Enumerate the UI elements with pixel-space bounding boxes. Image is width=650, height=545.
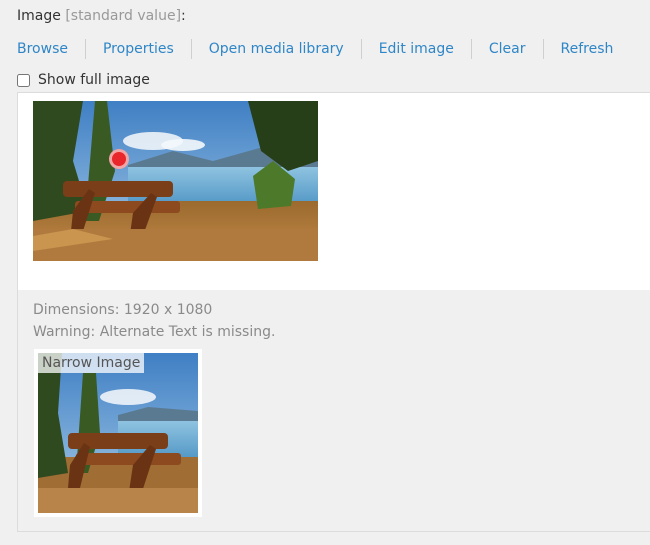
field-name: Image [17,8,61,24]
thumbnail-image: Narrow Image [38,353,198,513]
dimensions-text: Dimensions: 1920 x 1080 [33,302,213,318]
image-preview[interactable] [33,101,318,261]
edit-image-button[interactable]: Edit image [360,39,471,59]
field-colon: : [181,8,186,24]
narrow-image-thumbnail[interactable]: Narrow Image [34,349,202,517]
properties-button[interactable]: Properties [84,39,191,59]
browse-button[interactable]: Browse [0,39,85,59]
show-full-image-checkbox[interactable] [17,73,30,87]
alt-text-warning: Warning: Alternate Text is missing. [33,324,276,340]
image-toolbar: Browse Properties Open media library Edi… [0,38,630,60]
narrow-lake-bench-image [38,353,198,513]
field-label: Image [standard value]: [17,8,186,24]
image-preview-area [18,93,650,290]
open-media-library-button[interactable]: Open media library [190,39,361,59]
show-full-image-label: Show full image [38,72,150,88]
focus-point-marker[interactable] [109,149,129,169]
show-full-image-option[interactable]: Show full image [17,72,150,88]
lake-bench-image [33,101,318,261]
standard-value-tag: [standard value] [65,8,182,24]
clear-button[interactable]: Clear [470,39,543,59]
refresh-button[interactable]: Refresh [542,39,631,59]
image-panel: Dimensions: 1920 x 1080 Warning: Alterna… [17,92,650,532]
thumbnail-caption: Narrow Image [38,353,145,373]
focus-point-dot [112,152,126,166]
